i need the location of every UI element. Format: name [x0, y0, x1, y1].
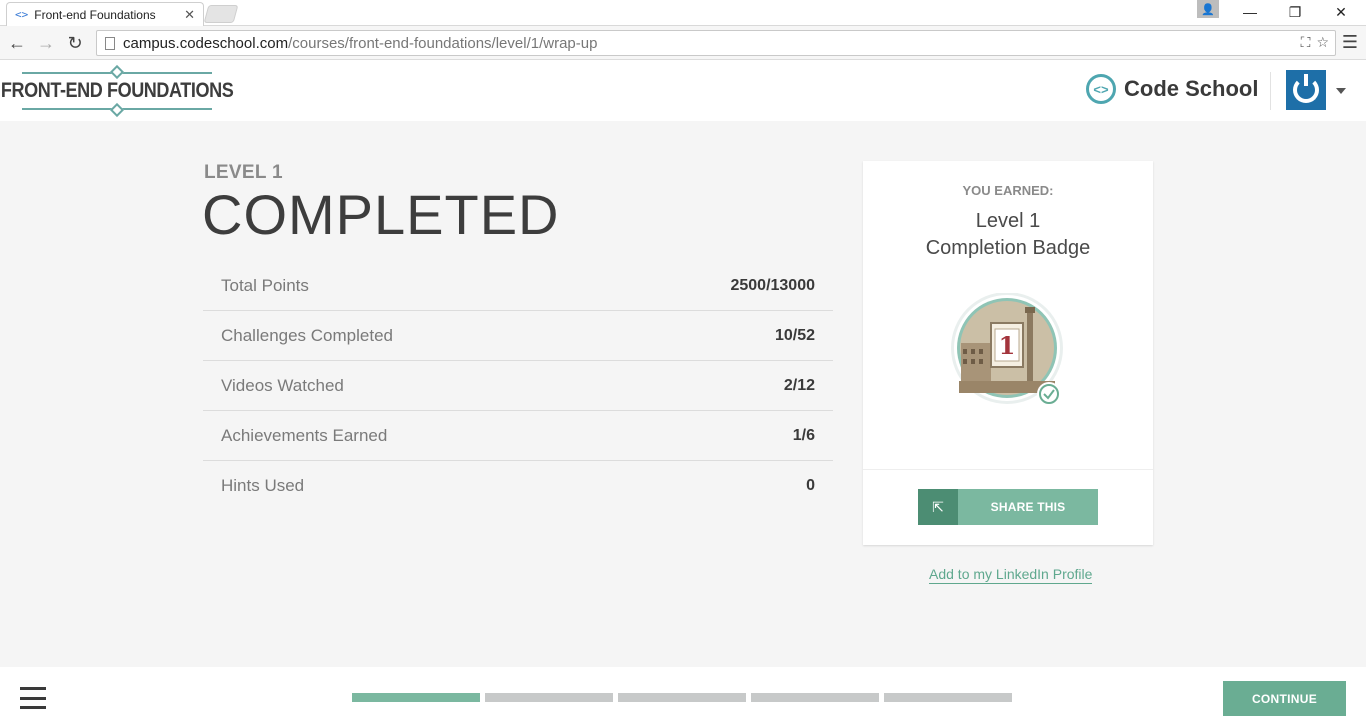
progress-segment	[751, 693, 879, 702]
logo-diamond-icon	[109, 64, 125, 80]
card-divider	[863, 469, 1153, 470]
level-badge-icon: 1	[951, 293, 1063, 406]
stat-row-hints: Hints Used 0	[203, 461, 833, 511]
window-close-icon[interactable]: ✕	[1318, 2, 1364, 22]
stats-table: Total Points 2500/13000 Challenges Compl…	[203, 261, 833, 511]
badge-name-line2: Completion Badge	[925, 237, 1091, 259]
url-host: campus.codeschool.com	[123, 34, 289, 52]
badge-card: YOU EARNED: Level 1 Completion Badge 1 ⇱…	[863, 161, 1153, 545]
minimize-icon[interactable]: —	[1227, 2, 1273, 22]
tab-title: Front-end Foundations	[34, 7, 156, 22]
footer-bar: CONTINUE	[0, 667, 1366, 728]
browser-profile-icon[interactable]: 👤	[1197, 0, 1219, 18]
stat-row-videos: Videos Watched 2/12	[203, 361, 833, 411]
stat-row-challenges: Challenges Completed 10/52	[203, 311, 833, 361]
progress-segment	[352, 693, 480, 702]
stat-label: Challenges Completed	[221, 325, 393, 345]
code-brackets-icon: <>	[1086, 74, 1116, 104]
browser-tab[interactable]: <> Front-end Foundations ✕	[6, 2, 204, 26]
browser-tabstrip: <> Front-end Foundations ✕ 👤 — ❐ ✕	[0, 0, 1366, 26]
hamburger-menu-icon[interactable]	[20, 687, 46, 709]
badge-number: 1	[999, 331, 1016, 360]
power-icon	[1293, 74, 1319, 103]
add-to-linkedin-link[interactable]: Add to my LinkedIn Profile	[929, 566, 1093, 584]
badge-name: Level 1 Completion Badge	[863, 208, 1153, 262]
share-button[interactable]: ⇱ SHARE THIS	[918, 489, 1098, 525]
progress-segment	[884, 693, 1012, 702]
stat-value: 1/6	[792, 426, 815, 444]
course-logo[interactable]: FRONT-END FOUNDATIONS	[1, 64, 234, 118]
close-icon[interactable]: ✕	[184, 7, 195, 23]
share-label: SHARE THIS	[990, 500, 1066, 514]
bookmark-star-icon[interactable]: ☆	[1316, 34, 1329, 51]
page-icon	[105, 36, 115, 50]
omnibox-actions: ⛶ ☆	[1301, 34, 1329, 51]
level-label: LEVEL 1	[204, 162, 283, 183]
translate-icon[interactable]: ⛶	[1301, 34, 1311, 51]
share-icon: ⇱	[918, 489, 958, 525]
stat-label: Videos Watched	[221, 375, 344, 395]
page-title: COMPLETED	[202, 183, 560, 246]
forward-arrow-icon[interactable]: →	[34, 31, 58, 55]
brand-name: Code School	[1124, 76, 1259, 101]
stat-value: 0	[806, 477, 815, 494]
site-header: FRONT-END FOUNDATIONS <> Code School	[0, 60, 1366, 121]
progress-segment	[618, 693, 746, 702]
stat-label: Achievements Earned	[221, 425, 388, 445]
stat-label: Total Points	[221, 275, 309, 295]
stat-value: 10/52	[774, 326, 815, 344]
chevron-down-icon[interactable]	[1336, 88, 1346, 94]
earned-label: YOU EARNED:	[962, 183, 1054, 198]
level-progress	[352, 693, 1012, 702]
browser-menu-icon[interactable]: ☰	[1342, 32, 1358, 53]
stat-label: Hints Used	[221, 476, 305, 495]
stat-row-achievements: Achievements Earned 1/6	[203, 411, 833, 461]
restore-icon[interactable]: ❐	[1272, 2, 1318, 22]
progress-segment	[485, 693, 613, 702]
browser-toolbar: ← → ↻ campus.codeschool.com /courses/fro…	[0, 26, 1366, 60]
course-logo-text: FRONT-END FOUNDATIONS	[0, 79, 234, 102]
continue-button[interactable]: CONTINUE	[1223, 681, 1346, 716]
stat-row-total-points: Total Points 2500/13000	[203, 261, 833, 311]
new-tab-button[interactable]	[203, 5, 239, 23]
code-brackets-icon: <>	[15, 8, 29, 21]
user-avatar[interactable]	[1286, 70, 1326, 110]
stat-value: 2/12	[783, 376, 815, 394]
address-bar[interactable]: campus.codeschool.com /courses/front-end…	[96, 30, 1336, 56]
logo-diamond-icon	[109, 102, 125, 118]
badge-name-line1: Level 1	[975, 210, 1041, 232]
stat-value: 2500/13000	[730, 276, 815, 294]
header-divider	[1270, 72, 1271, 110]
back-arrow-icon[interactable]: ←	[5, 31, 29, 55]
code-school-logo[interactable]: <> Code School	[1086, 74, 1258, 104]
url-path: /courses/front-end-foundations/level/1/w…	[288, 34, 598, 52]
reload-icon[interactable]: ↻	[63, 31, 87, 55]
